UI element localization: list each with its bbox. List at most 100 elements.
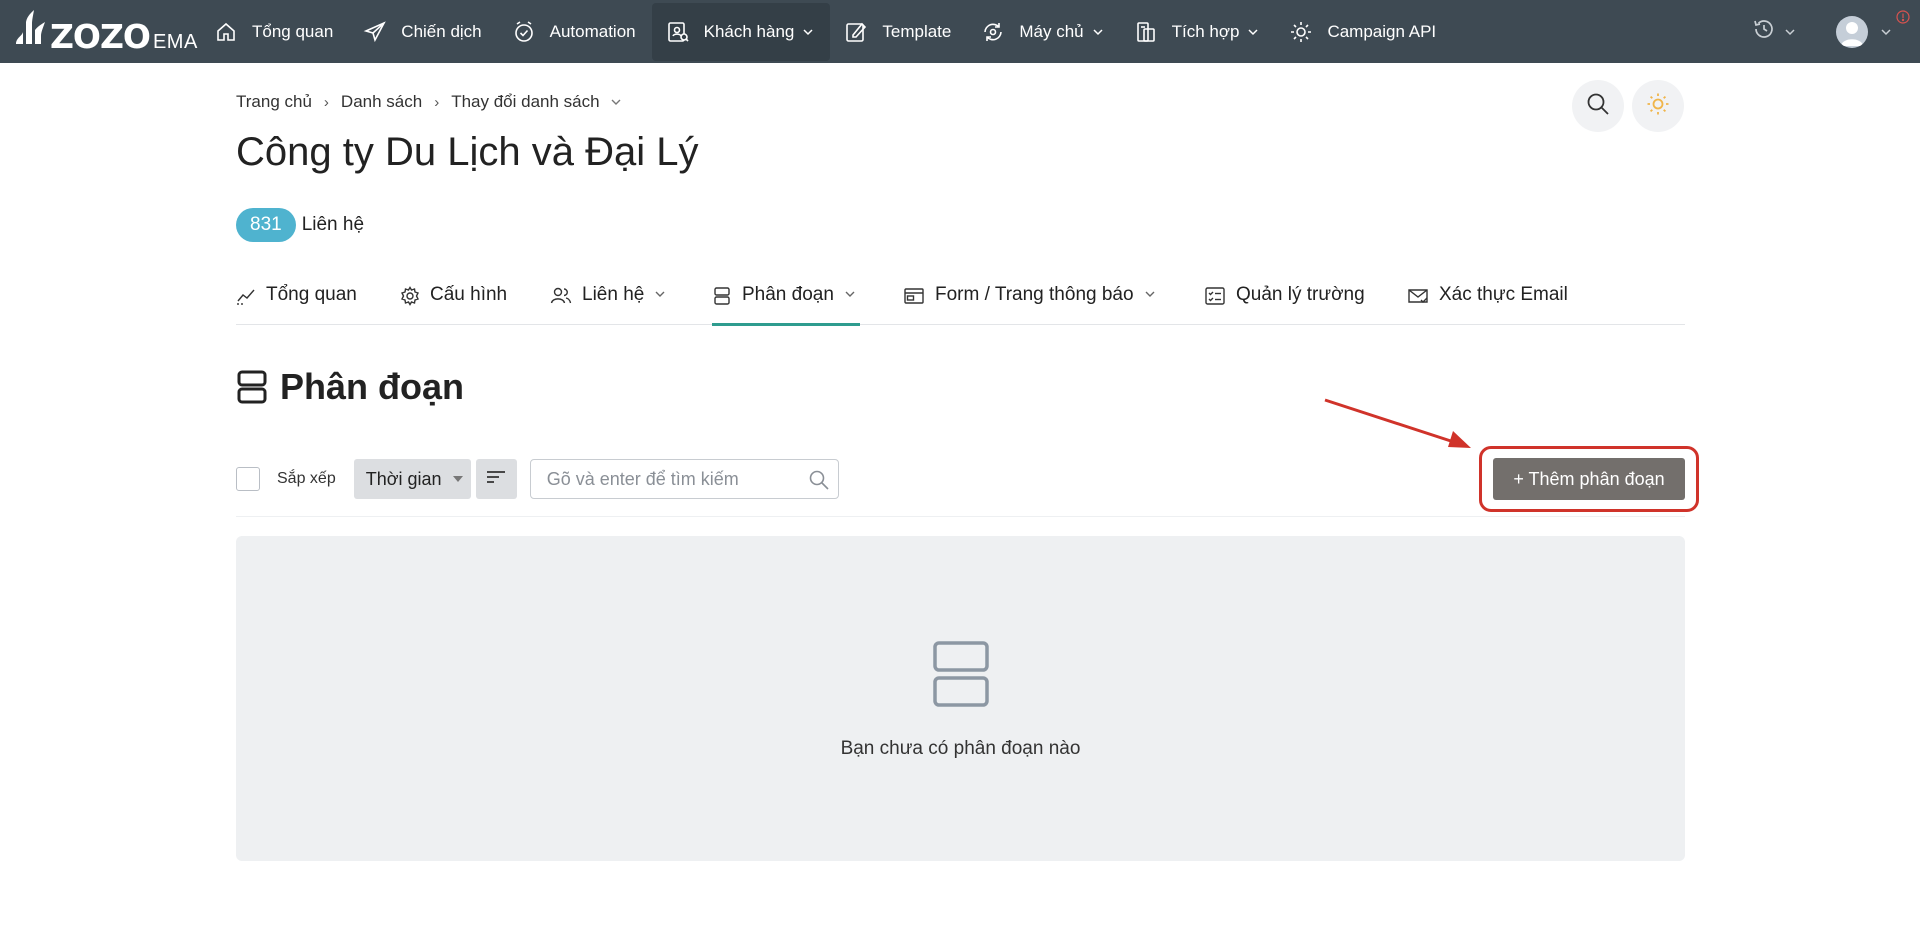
window-icon [903, 286, 925, 306]
sort-field-select[interactable]: Thời gian [353, 459, 471, 499]
edit-icon [844, 20, 868, 44]
segment-search [529, 459, 839, 499]
breadcrumb-lists[interactable]: Danh sách [341, 92, 422, 112]
toolbar-divider [236, 516, 1685, 517]
nav-item-label: Máy chủ [1019, 21, 1084, 41]
tab-label: Form / Trang thông báo [935, 284, 1134, 305]
chevron-down-icon [802, 26, 814, 38]
add-segment-button[interactable]: + Thêm phân đoạn [1493, 458, 1685, 500]
avatar [1836, 15, 1868, 48]
nav-item-label: Campaign API [1327, 21, 1437, 41]
nav-item-tong-quan[interactable]: Tổng quan [200, 3, 349, 61]
contact-count-badge: 831 [236, 208, 296, 242]
tab-quan-ly-truong[interactable]: Quản lý trường [1204, 280, 1365, 325]
logo-mark-icon [14, 8, 48, 53]
page-title: Công ty Du Lịch và Đại Lý [236, 130, 699, 174]
breadcrumb: Trang chủ › Danh sách › Thay đổi danh sá… [236, 92, 622, 112]
tab-label: Phân đoạn [742, 284, 834, 305]
top-navbar: ZOZO EMA Tổng quan Chiến dịch Automation… [0, 0, 1920, 63]
nav-item-label: Template [882, 21, 952, 41]
chevron-down-icon [1880, 26, 1892, 38]
tab-tong-quan[interactable]: Tổng quan [236, 280, 357, 325]
search-icon [1585, 91, 1611, 122]
tab-xac-thuc-email[interactable]: Xác thực Email [1407, 280, 1568, 325]
integration-icon [1134, 20, 1158, 44]
nav-item-label: Tổng quan [252, 21, 334, 41]
tab-label: Tổng quan [266, 284, 357, 305]
server-sync-icon [981, 20, 1005, 44]
segment-icon [236, 369, 268, 405]
tab-cau-hinh[interactable]: Cấu hình [400, 280, 507, 325]
empty-state-text: Bạn chưa có phân đoạn nào [840, 738, 1081, 759]
tab-label: Cấu hình [430, 284, 508, 305]
search-button[interactable] [1572, 80, 1624, 132]
user-menu[interactable] [1836, 15, 1892, 48]
segment-icon [712, 286, 732, 306]
chevron-down-icon [844, 288, 856, 300]
chevron-down-icon [654, 288, 666, 300]
tab-form-trang-thong-bao[interactable]: Form / Trang thông báo [903, 280, 1156, 325]
brand-name: ZOZO [50, 17, 151, 56]
caret-down-icon [452, 476, 463, 482]
users-icon [550, 286, 572, 306]
search-icon[interactable] [808, 469, 830, 491]
chevron-down-icon[interactable] [610, 96, 622, 108]
nav-item-automation[interactable]: Automation [498, 3, 652, 61]
list-tabs: Tổng quan Cấu hình Liên hệ Phân đoạn For… [236, 280, 1685, 326]
section-title: Phân đoạn [236, 366, 464, 408]
sort-lines-icon [486, 469, 506, 490]
nav-item-template[interactable]: Template [830, 3, 967, 61]
nav-item-label: Khách hàng [703, 21, 795, 41]
nav-item-label: Tích hợp [1171, 21, 1240, 41]
nav-item-label: Chiến dịch [401, 21, 482, 41]
breadcrumb-change-list[interactable]: Thay đổi danh sách [451, 92, 599, 112]
tab-label: Quản lý trường [1236, 284, 1365, 305]
sort-field-value: Thời gian [365, 468, 442, 489]
nav-item-may-chu[interactable]: Máy chủ [967, 3, 1119, 61]
mail-check-icon [1407, 286, 1429, 306]
chevron-down-icon [1784, 26, 1796, 38]
sort-label: Sắp xếp [277, 470, 336, 487]
breadcrumb-separator-icon: › [323, 93, 329, 111]
contact-count: 831 Liên hệ [236, 208, 364, 242]
zozo-ema-logo[interactable]: ZOZO EMA [0, 0, 200, 63]
search-input[interactable] [530, 460, 838, 498]
breadcrumb-home[interactable]: Trang chủ [236, 92, 312, 112]
paper-plane-icon [363, 20, 387, 44]
history-button[interactable] [1752, 17, 1796, 46]
theme-toggle-button[interactable] [1632, 80, 1684, 132]
nav-item-label: Automation [549, 21, 636, 41]
clock-check-icon [512, 20, 536, 44]
annotation-arrow [1324, 398, 1471, 448]
chart-line-icon [236, 286, 256, 306]
sort-direction-button[interactable] [475, 459, 517, 499]
breadcrumb-separator-icon: › [434, 93, 440, 111]
nav-item-khach-hang[interactable]: Khách hàng [651, 2, 831, 61]
nav-item-chien-dich[interactable]: Chiến dịch [349, 3, 497, 61]
brand-suffix: EMA [152, 31, 198, 53]
empty-state-panel: Bạn chưa có phân đoạn nào [236, 536, 1685, 861]
chevron-down-icon [1247, 26, 1259, 38]
tab-phan-doan[interactable]: Phân đoạn [712, 280, 860, 326]
nav-item-tich-hop[interactable]: Tích hợp [1120, 3, 1276, 61]
chevron-down-icon [1144, 288, 1156, 300]
history-icon [1752, 17, 1776, 46]
gear-icon [400, 286, 420, 306]
section-title-text: Phân đoạn [280, 366, 465, 407]
segment-toolbar: Sắp xếp Thời gian [236, 458, 839, 500]
contacts-icon [666, 20, 690, 44]
select-all-checkbox[interactable] [236, 467, 260, 491]
chevron-down-icon [1092, 26, 1104, 38]
alert-icon[interactable] [1896, 10, 1910, 29]
contact-count-label: Liên hệ [301, 214, 365, 235]
home-icon [214, 20, 238, 44]
nav-item-campaign-api[interactable]: Campaign API [1275, 3, 1452, 61]
segment-icon [932, 640, 990, 710]
nav-right-tools [1752, 0, 1920, 63]
gear-api-icon [1289, 20, 1313, 44]
sun-icon [1645, 91, 1671, 122]
tab-label: Liên hệ [582, 284, 645, 305]
tab-label: Xác thực Email [1439, 284, 1568, 305]
tab-lien-he[interactable]: Liên hệ [550, 280, 666, 325]
checklist-icon [1204, 286, 1226, 306]
